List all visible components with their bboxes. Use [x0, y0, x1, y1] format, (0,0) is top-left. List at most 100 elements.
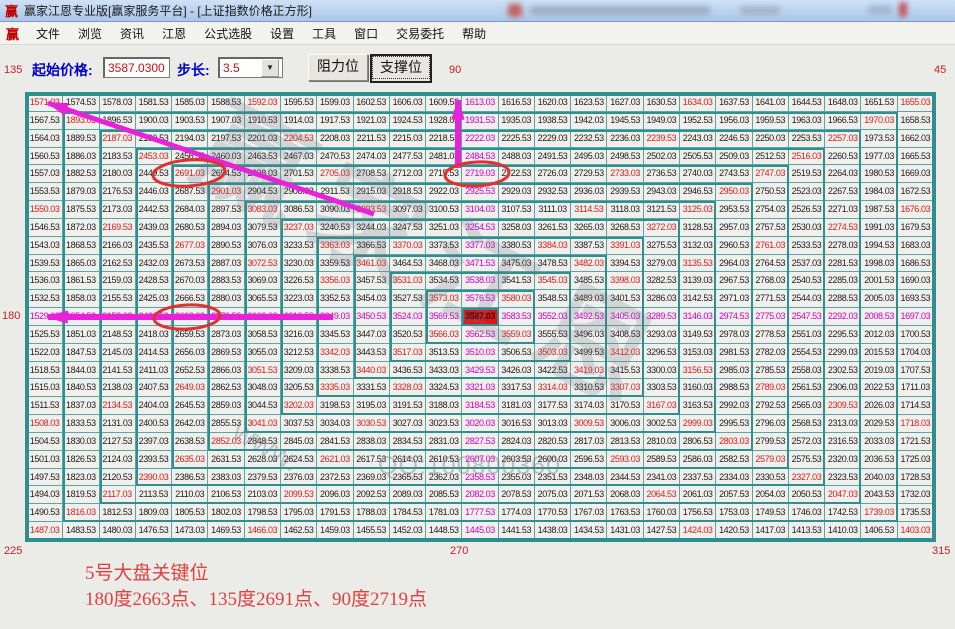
- grid-cell: 1627.03: [607, 94, 643, 112]
- grid-cell: 1938.53: [535, 112, 571, 130]
- grid-cell: 3268.53: [607, 219, 643, 237]
- grid-cell: 3009.53: [571, 415, 607, 433]
- blurred-close-mark: [868, 5, 892, 15]
- grid-cell: 1588.53: [208, 94, 244, 112]
- grid-cell: 1515.03: [27, 379, 63, 397]
- grid-cell: 2400.53: [136, 415, 172, 433]
- support-button-label: 支撑位: [373, 57, 429, 78]
- grid-cell: 2502.03: [644, 148, 680, 166]
- support-button[interactable]: 支撑位: [370, 54, 432, 83]
- start-price-input[interactable]: 3587.0300: [103, 57, 170, 78]
- grid-cell: 3324.53: [426, 379, 462, 397]
- resistance-button[interactable]: 阻力位: [308, 54, 368, 81]
- grid-cell: 2110.03: [172, 486, 208, 504]
- grid-cell: 1490.53: [27, 504, 63, 522]
- grid-cell: 3055.03: [245, 344, 281, 362]
- grid-cell: 3391.03: [607, 237, 643, 255]
- grid-cell: 2649.03: [172, 379, 208, 397]
- menu-item-help[interactable]: 帮助: [453, 23, 495, 44]
- grid-cell: 3580.03: [499, 290, 535, 308]
- grid-cell: 2789.03: [753, 379, 789, 397]
- grid-cell: 1847.53: [63, 344, 99, 362]
- grid-cell: 3198.53: [317, 397, 353, 415]
- grid-cell: 3314.03: [535, 379, 571, 397]
- grid-cell: 3461.03: [354, 255, 390, 273]
- grid-cell: 2026.03: [861, 397, 897, 415]
- grid-cell: 3496.03: [571, 326, 607, 344]
- grid-cell: 3503.03: [535, 344, 571, 362]
- grid-cell: 2911.53: [317, 183, 353, 201]
- grid-cell: 2414.53: [136, 344, 172, 362]
- menu-item-settings[interactable]: 设置: [261, 23, 303, 44]
- grid-cell: 2761.03: [753, 237, 789, 255]
- grid-cell: 2054.03: [753, 486, 789, 504]
- grid-cell: 3048.03: [245, 379, 281, 397]
- grid-cell: 3331.53: [354, 379, 390, 397]
- grid-cell: 1637.53: [716, 94, 752, 112]
- menu-item-file[interactable]: 文件: [27, 23, 69, 44]
- grid-cell: 2127.53: [100, 433, 136, 451]
- menu-item-trade[interactable]: 交易委托: [387, 23, 453, 44]
- grid-cell: 2449.53: [136, 165, 172, 183]
- grid-cell: 2351.53: [535, 469, 571, 487]
- menu-item-formula-stockpick[interactable]: 公式选股: [195, 23, 261, 44]
- grid-cell: 3030.53: [354, 415, 390, 433]
- grid-cell: 2376.03: [281, 469, 317, 487]
- grid-cell: 1494.03: [27, 486, 63, 504]
- grid-cell: 1651.53: [861, 94, 897, 112]
- grid-cell: 3433.03: [426, 362, 462, 380]
- grid-cell: 2537.03: [789, 255, 825, 273]
- grid-cell: 1956.03: [716, 112, 752, 130]
- grid-cell: 2558.03: [789, 362, 825, 380]
- menu-item-browse[interactable]: 浏览: [69, 23, 111, 44]
- menu-item-gann[interactable]: 江恩: [153, 23, 195, 44]
- grid-cell: 2323.53: [825, 469, 861, 487]
- grid-cell: 2586.03: [680, 451, 716, 469]
- grid-cell: 1980.53: [861, 165, 897, 183]
- menu-item-news[interactable]: 资讯: [111, 23, 153, 44]
- grid-cell: 2057.53: [716, 486, 752, 504]
- grid-cell: 3104.03: [462, 201, 498, 219]
- step-select[interactable]: 3.5 ▼: [218, 57, 283, 78]
- grid-cell: 1480.03: [100, 522, 136, 540]
- grid-cell: 1441.53: [499, 522, 535, 540]
- grid-cell: 1672.53: [898, 183, 934, 201]
- grid-cell: 3286.03: [644, 290, 680, 308]
- grid-cell: 3086.53: [281, 201, 317, 219]
- grid-cell: 3401.53: [607, 290, 643, 308]
- grid-cell: 3016.53: [499, 415, 535, 433]
- grid-cell: 1424.03: [680, 522, 716, 540]
- grid-cell: 2393.53: [136, 451, 172, 469]
- grid-cell: 2362.03: [426, 469, 462, 487]
- grid-cell: 1837.03: [63, 397, 99, 415]
- grid-cell: 3181.03: [499, 397, 535, 415]
- grid-cell: 2061.03: [680, 486, 716, 504]
- grid-cell: 3524.03: [390, 308, 426, 326]
- grid-cell: 2435.53: [136, 237, 172, 255]
- grid-cell: 2652.53: [172, 362, 208, 380]
- grid-cell: 2481.03: [426, 148, 462, 166]
- grid-cell: 1571.03: [27, 94, 63, 112]
- grid-cell: 1501.03: [27, 451, 63, 469]
- grid-cell: 2610.53: [426, 451, 462, 469]
- grid-cell: 3380.53: [499, 237, 535, 255]
- grid-cell: 1914.03: [281, 112, 317, 130]
- grid-cell: 1504.53: [27, 433, 63, 451]
- menu-item-window[interactable]: 窗口: [345, 23, 387, 44]
- grid-cell: 2883.53: [208, 272, 244, 290]
- grid-cell: 3359.53: [317, 255, 353, 273]
- grid-cell: 2768.03: [753, 272, 789, 290]
- chevron-down-icon[interactable]: ▼: [261, 59, 279, 77]
- grid-cell: 2285.03: [825, 272, 861, 290]
- grid-cell: 2775.03: [753, 308, 789, 326]
- grid-cell: 2309.53: [825, 397, 861, 415]
- grid-cell: 2901.03: [208, 183, 244, 201]
- grid-cell: 3468.03: [426, 255, 462, 273]
- grid-cell: 3569.53: [426, 308, 462, 326]
- grid-cell: 3328.03: [390, 379, 426, 397]
- grid-cell: 3440.03: [354, 362, 390, 380]
- grid-cell: 3237.03: [281, 219, 317, 237]
- grid-cell: 3538.03: [462, 272, 498, 290]
- grid-cell: 2218.53: [426, 130, 462, 148]
- menu-item-tools[interactable]: 工具: [303, 23, 345, 44]
